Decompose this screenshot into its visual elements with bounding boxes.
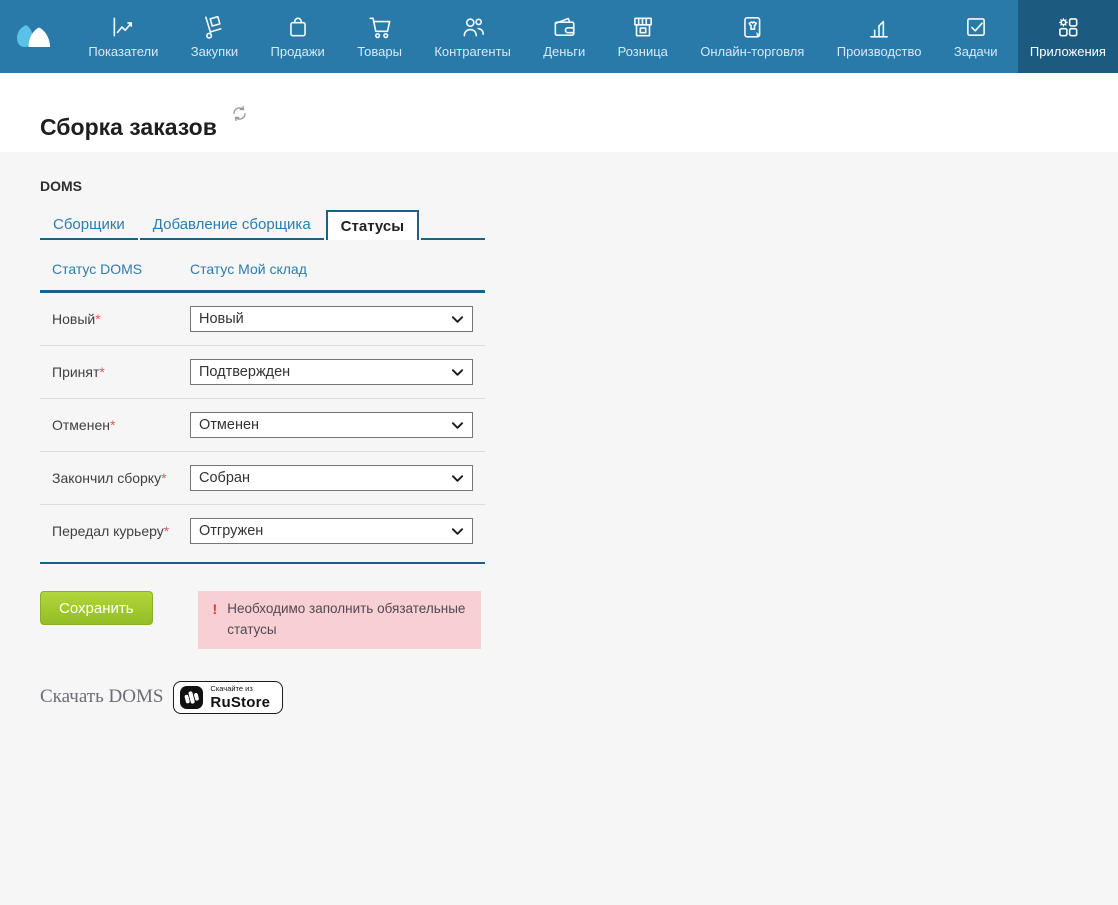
nav-item-goods[interactable]: Товары: [345, 0, 414, 73]
nav-item-apps[interactable]: Приложения: [1017, 0, 1118, 73]
nav-item-money[interactable]: Деньги: [531, 0, 597, 73]
refresh-button[interactable]: [231, 105, 248, 122]
required-asterisk: *: [95, 310, 101, 327]
required-asterisk: *: [161, 469, 167, 486]
store-icon: [630, 12, 656, 40]
column-header-doms: Статус DOMS: [52, 261, 143, 277]
app-logo[interactable]: [0, 0, 68, 73]
app-name-heading: DOMS: [40, 178, 82, 194]
actions-row: Сохранить ! Необходимо заполнить обязате…: [40, 591, 485, 649]
column-headers: Статус DOMS Статус Мой склад: [40, 240, 485, 290]
app-content-area: DOMS Сборщики Добавление сборщика Статусы …: [0, 152, 1118, 905]
rustore-badge-brand: RuStore: [210, 693, 271, 711]
status-select[interactable]: Подтвержден: [190, 359, 473, 385]
top-nav: Показатели Закупки Продажи Товары Контра…: [0, 0, 1118, 73]
status-row: Закончил сборку* Собран: [40, 452, 485, 505]
status-label-text: Новый: [52, 310, 96, 327]
status-label-text: Отменен: [52, 416, 110, 433]
status-row: Принят* Подтвержден: [40, 346, 485, 399]
apps-grid-icon: [1055, 12, 1081, 40]
tab-label: Добавление сборщика: [152, 215, 311, 233]
status-select-wrap: Отменен: [190, 412, 473, 438]
tab-active-2[interactable]: Статусы: [325, 210, 420, 240]
status-select[interactable]: Собран: [190, 465, 473, 491]
rustore-badge-caption: Скачайте из: [210, 684, 253, 694]
status-row: Передал курьеру* Отгружен: [40, 505, 485, 562]
people-icon: [460, 12, 486, 40]
nav-item-label: Розница: [617, 44, 668, 59]
moysklad-logo-icon: [17, 24, 50, 47]
status-select-wrap: Подтвержден: [190, 359, 473, 385]
cart-icon: [367, 12, 393, 40]
tab-1[interactable]: Добавление сборщика: [139, 210, 324, 240]
wallet-icon: [551, 12, 577, 40]
nav-item-label: Производство: [836, 44, 922, 59]
nav-item-retail[interactable]: Розница: [606, 0, 680, 73]
nav-item-online-trade[interactable]: Онлайн-торговля: [688, 0, 816, 73]
download-label: Скачать DOMS: [40, 686, 164, 708]
save-button[interactable]: Сохранить: [40, 591, 153, 625]
error-message-box: ! Необходимо заполнить обязательные стат…: [197, 591, 481, 649]
status-row: Отменен* Отменен: [40, 399, 485, 452]
status-label: Новый*: [52, 309, 180, 330]
status-label: Передал курьеру*: [52, 521, 180, 542]
status-mapping-panel: Сборщики Добавление сборщика Статусы Стату…: [40, 210, 485, 714]
tab-0[interactable]: Сборщики: [40, 210, 138, 240]
page-title: Сборка заказов: [40, 114, 217, 141]
status-label-text: Принят: [52, 363, 100, 380]
rustore-badge-text: Скачайте из RuStore: [210, 685, 270, 710]
nav-item-counterparties[interactable]: Контрагенты: [422, 0, 523, 73]
required-asterisk: *: [99, 363, 105, 380]
status-select[interactable]: Отгружен: [190, 518, 473, 544]
nav-item-indicators[interactable]: Показатели: [76, 0, 170, 73]
chart-icon: [110, 12, 136, 40]
status-label: Закончил сборку*: [52, 468, 180, 489]
error-icon: !: [212, 601, 218, 617]
status-label-text: Передал курьеру: [52, 522, 164, 539]
tab-label: Статусы: [340, 217, 405, 235]
status-row: Новый* Новый: [40, 293, 485, 346]
status-select-wrap: Отгружен: [190, 518, 473, 544]
rustore-logo-icon: [180, 685, 204, 709]
column-header-moysklad: Статус Мой склад: [190, 261, 307, 277]
nav-item-tasks[interactable]: Задачи: [942, 0, 1010, 73]
tab-label: Сборщики: [53, 215, 125, 233]
tabs: Сборщики Добавление сборщика Статусы: [40, 210, 485, 240]
refresh-icon: [233, 105, 246, 122]
online-store-icon: [739, 12, 765, 40]
download-row: Скачать DOMS Скачайте из RuStore: [40, 680, 485, 714]
nav-item-label: Контрагенты: [434, 44, 511, 59]
production-icon: [866, 12, 892, 40]
required-asterisk: *: [109, 416, 116, 433]
nav-item-label: Онлайн-торговля: [700, 44, 805, 59]
nav-item-label: Показатели: [88, 44, 159, 59]
panel-bottom-line: [40, 562, 485, 564]
required-asterisk: *: [163, 522, 170, 539]
tasks-check-icon: [963, 12, 989, 40]
handtruck-icon: [201, 12, 227, 40]
nav-item-label: Деньги: [543, 44, 586, 59]
bag-icon: [285, 12, 311, 40]
nav-item-label: Задачи: [953, 44, 998, 59]
status-label: Отменен*: [52, 415, 180, 436]
error-text: Необходимо заполнить обязательные статус…: [227, 601, 466, 637]
nav-item-label: Закупки: [190, 44, 239, 59]
status-select[interactable]: Отменен: [190, 412, 473, 438]
nav-item-purchases[interactable]: Закупки: [179, 0, 250, 73]
status-rows: Новый* Новый Принят* Подтвержден Отменен…: [40, 293, 485, 562]
nav-item-sales[interactable]: Продажи: [259, 0, 337, 73]
status-select-wrap: Новый: [190, 306, 473, 332]
status-select-wrap: Собран: [190, 465, 473, 491]
nav-item-label: Продажи: [270, 44, 325, 59]
rustore-badge[interactable]: Скачайте из RuStore: [173, 680, 284, 714]
status-label: Принят*: [52, 362, 180, 383]
title-bar: Сборка заказов: [0, 73, 1118, 152]
tabs-filler: [421, 210, 485, 240]
nav-item-label: Приложения: [1029, 44, 1106, 59]
status-label-text: Закончил сборку: [52, 469, 162, 486]
nav-item-production[interactable]: Производство: [825, 0, 934, 73]
status-select[interactable]: Новый: [190, 306, 473, 332]
nav-item-label: Товары: [357, 44, 402, 59]
